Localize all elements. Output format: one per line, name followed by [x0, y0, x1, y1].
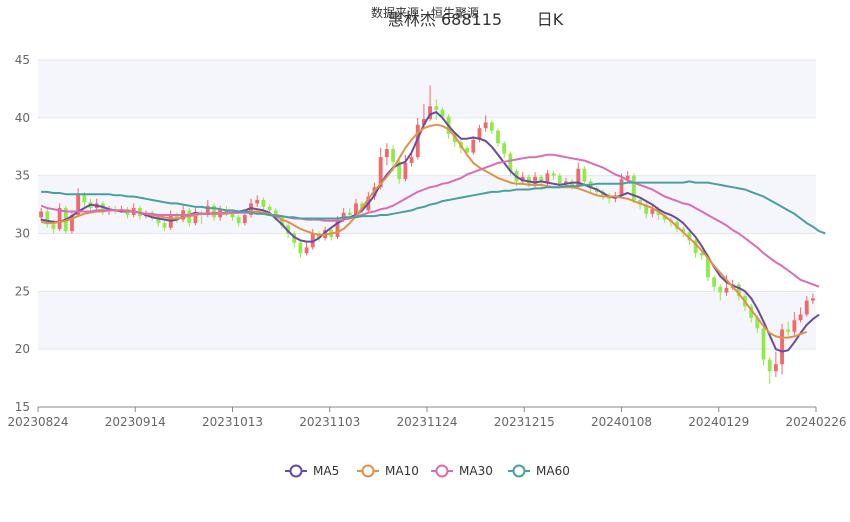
x-tick-label: 20231124: [396, 415, 457, 429]
candle: [384, 143, 389, 166]
candle: [767, 357, 772, 384]
candle-body: [551, 173, 556, 176]
candle: [631, 173, 636, 204]
x-tick-label: 20230824: [7, 415, 68, 429]
candle: [298, 240, 303, 258]
candle-body: [267, 206, 272, 211]
candle-body: [51, 224, 56, 229]
candle-body: [298, 242, 303, 254]
candle-body: [798, 314, 803, 321]
candle-body: [718, 286, 723, 293]
candle-body: [545, 173, 550, 183]
candle-body: [162, 223, 167, 228]
legend-marker: [361, 464, 375, 478]
y-tick-label: 40: [15, 111, 30, 125]
candle-body: [786, 329, 791, 332]
candle-body: [767, 359, 772, 372]
candle-body: [347, 212, 352, 215]
x-axis-ticks: 20230824 20230914 20231013 20231103 20231124…: [7, 407, 847, 429]
y-axis-ticks: 15 20 25 30 35 40 45: [15, 53, 30, 414]
legend-item-ma60: MA60: [508, 464, 570, 478]
legend-marker: [435, 464, 449, 478]
candle-body: [792, 320, 797, 332]
candle-body: [409, 157, 414, 163]
candle: [502, 140, 507, 159]
candle-body: [780, 329, 784, 365]
candle: [773, 351, 778, 377]
candle-body: [712, 277, 717, 287]
candlestick-chart: 15202530354045 20230824 20230914 20231013 2…: [7, 5, 847, 478]
candle-body: [403, 162, 408, 180]
candle-body: [39, 211, 44, 218]
candle: [292, 231, 297, 248]
y-tick-label: 15: [15, 400, 30, 414]
legend-marker: [512, 464, 526, 478]
y-tick-label: 45: [15, 53, 30, 67]
candle-body: [557, 175, 562, 184]
x-tick-label: 20230914: [105, 415, 166, 429]
y-tick-label: 35: [15, 169, 30, 183]
candle-body: [236, 217, 241, 224]
chart-container: 15 20 25 30 35 40 45 20230824 20230914 20231013 2…: [0, 0, 850, 518]
legend-marker: [289, 464, 303, 478]
candle-body: [434, 106, 439, 110]
x-tick-label: 20231013: [202, 415, 263, 429]
y-tick-label: 25: [15, 284, 30, 298]
candle: [496, 128, 500, 147]
candle: [304, 240, 309, 256]
candle-body: [255, 199, 260, 204]
period-label: 日K: [537, 10, 564, 29]
candle: [576, 162, 581, 189]
candle-body: [261, 199, 266, 207]
legend-item-ma5: MA5: [285, 464, 339, 478]
candle: [471, 136, 476, 155]
candle-body: [724, 287, 729, 293]
candle-body: [391, 149, 395, 162]
candle-body: [489, 122, 494, 131]
legend-label: MA60: [536, 464, 570, 478]
legend-label: MA30: [459, 464, 493, 478]
background-band: [38, 60, 816, 118]
y-tick-label: 30: [15, 227, 30, 241]
x-tick-label: 20240108: [591, 415, 652, 429]
candle-body: [496, 130, 500, 144]
candle-body: [242, 214, 247, 224]
candle: [693, 238, 698, 258]
background-band: [38, 175, 816, 234]
x-tick-label: 20240129: [688, 415, 749, 429]
candle-body: [810, 298, 815, 301]
candle-body: [773, 364, 778, 372]
chart-legend: MA5 MA10 MA30 MA60: [285, 464, 570, 478]
candle: [712, 275, 717, 292]
legend-label: MA5: [313, 464, 339, 478]
background-bands: [38, 60, 816, 350]
candle-body: [483, 122, 488, 129]
candle-body: [582, 168, 587, 182]
candle-body: [304, 247, 309, 254]
legend-item-ma10: MA10: [357, 464, 419, 478]
candle: [489, 120, 494, 135]
candle-body: [471, 139, 476, 153]
candle-body: [804, 300, 809, 315]
candle-body: [82, 194, 87, 203]
candle-body: [384, 149, 389, 158]
x-tick-label: 20240226: [785, 415, 846, 429]
candle-body: [619, 179, 624, 196]
background-band: [38, 291, 816, 350]
candle: [780, 323, 784, 375]
x-tick-label: 20231215: [494, 415, 555, 429]
legend-label: MA10: [385, 464, 419, 478]
candle-body: [761, 328, 766, 360]
y-tick-label: 20: [15, 342, 30, 356]
candle: [761, 326, 766, 366]
candle-body: [502, 143, 507, 154]
chart-title: 惠林杰 688115: [388, 10, 502, 29]
x-tick-label: 20231103: [299, 415, 360, 429]
legend-item-ma30: MA30: [431, 464, 493, 478]
